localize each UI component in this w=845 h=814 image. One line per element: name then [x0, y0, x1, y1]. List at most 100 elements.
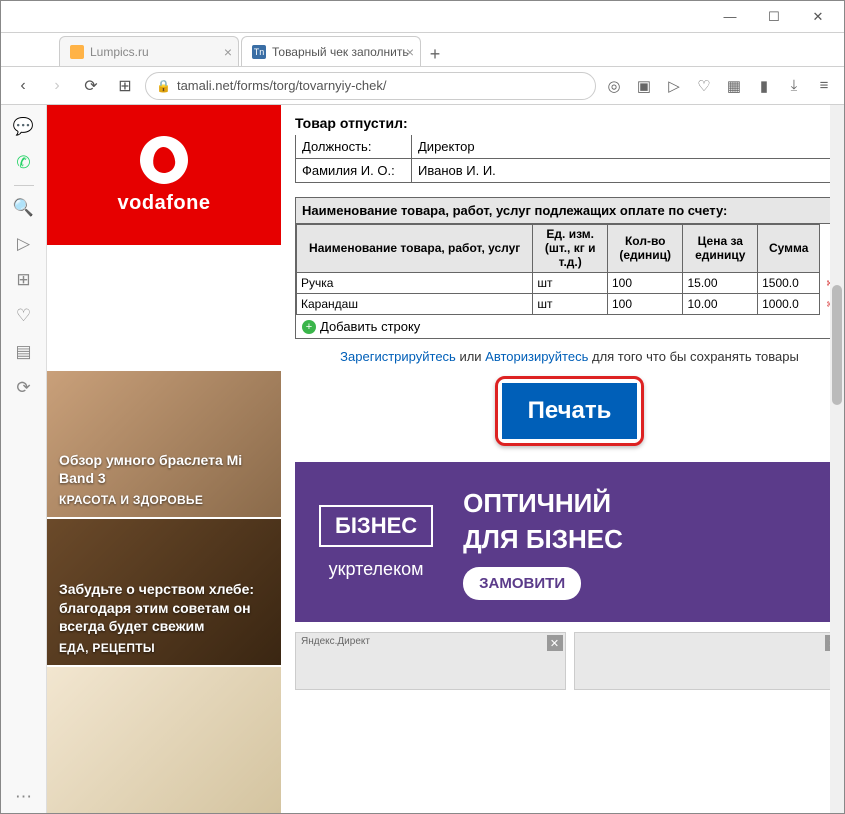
bookmarks-icon[interactable]: ♡ — [8, 300, 40, 332]
article-title: Обзор умного браслета Mi Band 3 — [59, 451, 269, 487]
register-line: Зарегистрируйтесь или Авторизируйтесь дл… — [299, 349, 840, 364]
table-row: ✂ — [297, 273, 843, 294]
close-icon[interactable]: × — [406, 44, 414, 60]
ad-whitespace — [47, 245, 281, 369]
login-link[interactable]: Авторизируйтесь — [485, 349, 588, 364]
tab-lumpics[interactable]: Lumpics.ru × — [59, 36, 239, 66]
easy-setup-icon[interactable]: ≡ — [812, 74, 836, 98]
whatsapp-icon[interactable]: ✆ — [8, 147, 40, 179]
window-minimize-button[interactable]: — — [708, 3, 752, 31]
banner-left: БІЗНЕС укртелеком — [319, 505, 433, 580]
form-row-name: Фамилия И. О.: — [295, 159, 844, 183]
vodafone-ad[interactable]: vodafone — [47, 105, 281, 245]
article-card[interactable] — [47, 665, 281, 813]
vodafone-label: vodafone — [118, 192, 211, 215]
back-button[interactable]: ‹ — [9, 72, 37, 100]
col-unit: Ед. изм. (шт., кг и т.д.) — [533, 225, 608, 273]
url-input[interactable]: 🔒 tamali.net/forms/torg/tovarnyiy-chek/ — [145, 72, 596, 100]
new-tab-button[interactable]: + — [423, 42, 447, 66]
flow-icon[interactable]: ▷ — [662, 74, 686, 98]
name-input[interactable] — [412, 159, 843, 182]
more-icon[interactable]: ⋯ — [8, 781, 40, 813]
name-label: Фамилия И. О.: — [296, 159, 412, 182]
biznes-label: БІЗНЕС — [319, 505, 433, 547]
table-row: ✂ — [297, 294, 843, 315]
side-panel: 💬 ✆ 🔍 ▷ ⊞ ♡ ▤ ⟳ ⋯ — [1, 105, 47, 813]
extension-icon[interactable]: ▦ — [722, 74, 746, 98]
add-row-label: Добавить строку — [320, 319, 420, 334]
ukrtelecom-banner[interactable]: БІЗНЕС укртелеком ОПТИЧНИЙ ДЛЯ БІЗНЕС ЗА… — [295, 462, 844, 622]
download-icon[interactable]: ⤓ — [782, 74, 806, 98]
window-maximize-button[interactable]: ☐ — [752, 3, 796, 31]
search-icon[interactable]: 🔍 — [8, 192, 40, 224]
form-row-position: Должность: — [295, 135, 844, 159]
cell-unit-input[interactable] — [537, 276, 603, 290]
flow-icon[interactable]: ▷ — [8, 228, 40, 260]
address-bar: ‹ › ⟳ ⊞ 🔒 tamali.net/forms/torg/tovarnyi… — [1, 67, 844, 105]
ad-label: Яндекс.Директ — [296, 633, 565, 650]
extension-icon[interactable]: ▮ — [752, 74, 776, 98]
plus-icon: + — [302, 320, 316, 334]
position-input[interactable] — [412, 135, 843, 158]
history-icon[interactable]: ⟳ — [8, 372, 40, 404]
cell-unit-input[interactable] — [537, 297, 603, 311]
article-card[interactable]: Обзор умного браслета Mi Band 3 КРАСОТА … — [47, 369, 281, 517]
released-section: Товар отпустил: Должность: Фамилия И. О.… — [295, 111, 844, 183]
divider — [14, 185, 34, 186]
favicon-icon — [70, 45, 84, 59]
scroll-thumb[interactable] — [832, 285, 842, 405]
table-header-row: Наименование товара, работ, услуг Ед. из… — [297, 225, 843, 273]
messenger-icon[interactable]: 💬 — [8, 111, 40, 143]
print-button[interactable]: Печать — [502, 383, 638, 439]
article-title: Забудьте о черством хлебе: благодаря эти… — [59, 580, 269, 635]
window-close-button[interactable]: ✕ — [796, 3, 840, 31]
cell-price-input[interactable] — [687, 276, 753, 290]
ukrtelecom-label: укртелеком — [329, 559, 424, 580]
ad-slot: Яндекс.Директ ✕ — [295, 632, 566, 690]
products-title: Наименование товара, работ, услуг подлеж… — [296, 198, 843, 224]
cell-price-input[interactable] — [687, 297, 753, 311]
position-label: Должность: — [296, 135, 412, 158]
tab-receipt[interactable]: Tn Товарный чек заполнить × — [241, 36, 421, 66]
content-area: 💬 ✆ 🔍 ▷ ⊞ ♡ ▤ ⟳ ⋯ vodafone Обзор умного … — [1, 105, 844, 813]
article-category: КРАСОТА И ЗДОРОВЬЕ — [59, 493, 269, 507]
scrollbar[interactable] — [830, 105, 844, 813]
banner-line2: ДЛЯ БІЗНЕС — [463, 521, 623, 557]
highlight-outline: Печать — [495, 376, 645, 446]
cell-qty-input[interactable] — [612, 276, 678, 290]
cell-name-input[interactable] — [301, 297, 528, 311]
browser-window: — ☐ ✕ Lumpics.ru × Tn Товарный чек запол… — [0, 0, 845, 814]
tab-title: Товарный чек заполнить — [272, 45, 409, 59]
section-title: Товар отпустил: — [295, 111, 844, 135]
products-table: Наименование товара, работ, услуг Ед. из… — [296, 224, 843, 315]
col-qty: Кол-во (единиц) — [608, 225, 683, 273]
forward-button[interactable]: › — [43, 72, 71, 100]
col-price: Цена за единицу — [683, 225, 758, 273]
speed-dial-icon[interactable]: ⊞ — [8, 264, 40, 296]
snapshot-icon[interactable]: ◎ — [602, 74, 626, 98]
url-text: tamali.net/forms/torg/tovarnyiy-chek/ — [177, 78, 387, 93]
cell-name-input[interactable] — [301, 276, 528, 290]
ad-close-icon[interactable]: ✕ — [547, 635, 563, 651]
speed-dial-button[interactable]: ⊞ — [111, 72, 139, 100]
cell-qty-input[interactable] — [612, 297, 678, 311]
cell-sum-input[interactable] — [762, 276, 815, 290]
left-column: vodafone Обзор умного браслета Mi Band 3… — [47, 105, 281, 813]
news-icon[interactable]: ▤ — [8, 336, 40, 368]
titlebar: — ☐ ✕ — [1, 1, 844, 33]
reload-button[interactable]: ⟳ — [77, 72, 105, 100]
products-section: Наименование товара, работ, услуг подлеж… — [295, 197, 844, 339]
ad-slot: ✕ — [574, 632, 845, 690]
add-row-button[interactable]: + Добавить строку — [296, 315, 843, 338]
banner-line1: ОПТИЧНИЙ — [463, 485, 623, 521]
heart-icon[interactable]: ♡ — [692, 74, 716, 98]
lock-icon: 🔒 — [156, 79, 171, 93]
register-link[interactable]: Зарегистрируйтесь — [340, 349, 456, 364]
banner-cta-button[interactable]: ЗАМОВИТИ — [463, 567, 581, 600]
cell-sum-input[interactable] — [762, 297, 815, 311]
article-card[interactable]: Забудьте о черством хлебе: благодаря эти… — [47, 517, 281, 665]
page-content: vodafone Обзор умного браслета Mi Band 3… — [47, 105, 844, 813]
favicon-icon: Tn — [252, 45, 266, 59]
vpn-icon[interactable]: ▣ — [632, 74, 656, 98]
close-icon[interactable]: × — [224, 44, 232, 60]
